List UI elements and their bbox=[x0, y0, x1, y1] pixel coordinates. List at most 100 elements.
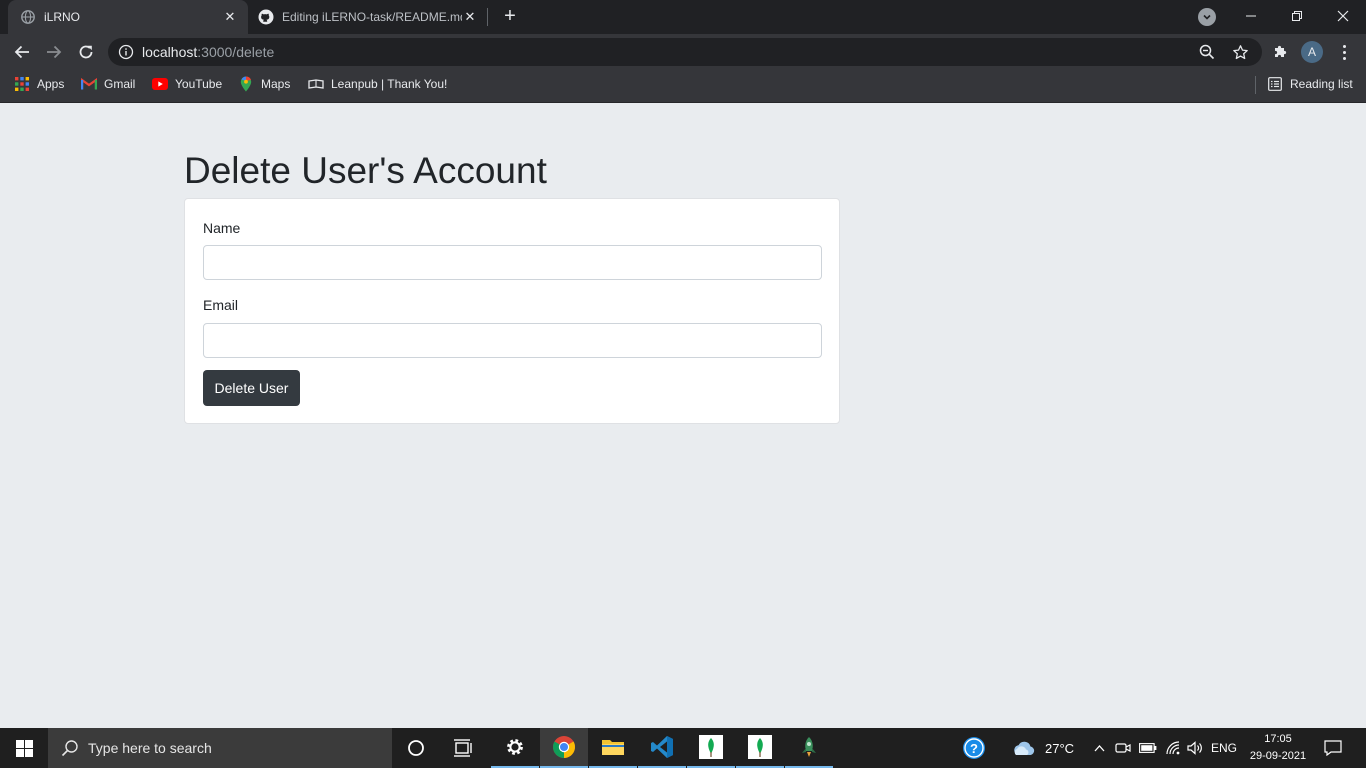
svg-text:?: ? bbox=[970, 741, 978, 756]
show-hidden-icons-chevron-icon[interactable] bbox=[1090, 728, 1108, 768]
youtube-icon bbox=[152, 76, 168, 92]
cloud-icon bbox=[1014, 741, 1035, 755]
taskbar-search-box[interactable]: Type here to search bbox=[48, 728, 392, 768]
reading-list-button[interactable]: Reading list bbox=[1267, 70, 1353, 98]
taskbar-mongodb-shell[interactable] bbox=[736, 728, 784, 768]
close-window-button[interactable] bbox=[1320, 0, 1366, 32]
tab-close-icon[interactable]: ✕ bbox=[222, 9, 238, 25]
name-label: Name bbox=[203, 220, 241, 236]
folder-icon bbox=[602, 740, 624, 755]
reading-list-label: Reading list bbox=[1290, 77, 1353, 91]
arrow-left-icon bbox=[14, 45, 29, 59]
action-center-notification-icon[interactable] bbox=[1318, 728, 1348, 768]
wifi-icon[interactable] bbox=[1163, 728, 1183, 768]
chrome-icon bbox=[553, 736, 575, 758]
delete-user-button[interactable]: Delete User bbox=[203, 370, 300, 406]
windows-logo-icon bbox=[15, 739, 33, 757]
extensions-puzzle-icon[interactable] bbox=[1270, 42, 1290, 62]
bookmarks-separator bbox=[1255, 76, 1256, 94]
restore-button[interactable] bbox=[1274, 0, 1320, 32]
input-language-indicator[interactable]: ENG bbox=[1208, 728, 1240, 768]
site-info-icon[interactable] bbox=[118, 44, 134, 60]
cortana-button[interactable] bbox=[392, 728, 440, 768]
task-view-icon bbox=[454, 739, 472, 757]
bookmark-label: Apps bbox=[37, 77, 65, 91]
browser-toolbar: localhost:3000/delete A bbox=[0, 34, 1366, 70]
back-button[interactable] bbox=[10, 40, 34, 64]
bookmark-label: Gmail bbox=[104, 77, 136, 91]
maps-icon bbox=[238, 76, 254, 92]
clock-date: 29-09-2021 bbox=[1249, 750, 1307, 762]
reload-button[interactable] bbox=[74, 40, 98, 64]
profile-avatar[interactable]: A bbox=[1301, 41, 1323, 63]
tab-title: iLRNO bbox=[44, 10, 81, 24]
bookmark-youtube[interactable]: YouTube bbox=[152, 70, 222, 98]
leanpub-icon bbox=[308, 76, 324, 92]
globe-icon bbox=[20, 9, 36, 25]
bookmarks-bar: Apps Gmail YouTube Maps Leanpub | Thank … bbox=[0, 70, 1366, 103]
minimize-button[interactable] bbox=[1228, 0, 1274, 32]
url-text: localhost:3000/delete bbox=[142, 44, 274, 60]
github-icon bbox=[258, 9, 274, 25]
email-label: Email bbox=[203, 297, 239, 313]
bookmark-label: Maps bbox=[261, 77, 291, 91]
rocket-icon bbox=[802, 737, 816, 757]
start-button[interactable] bbox=[0, 728, 48, 768]
menu-kebab-icon[interactable] bbox=[1336, 42, 1352, 62]
clock-time: 17:05 bbox=[1264, 733, 1292, 745]
reload-icon bbox=[79, 45, 93, 59]
volume-icon[interactable] bbox=[1186, 728, 1206, 768]
bookmark-label: YouTube bbox=[175, 77, 223, 91]
bookmark-gmail[interactable]: Gmail bbox=[81, 70, 135, 98]
url-path: :3000/delete bbox=[197, 44, 275, 60]
delete-user-form: Name Email Delete User bbox=[184, 198, 840, 424]
mongodb-leaf-icon bbox=[748, 735, 772, 759]
zoom-icon[interactable] bbox=[1198, 43, 1216, 61]
bookmark-apps[interactable]: Apps bbox=[14, 70, 64, 98]
star-bookmark-icon[interactable] bbox=[1231, 43, 1249, 61]
bookmark-label: Leanpub | Thank You! bbox=[331, 77, 448, 91]
battery-icon[interactable] bbox=[1138, 728, 1158, 768]
mongodb-leaf-icon bbox=[699, 735, 723, 759]
gmail-icon bbox=[81, 76, 97, 92]
chevron-down-icon bbox=[1203, 14, 1211, 20]
tab-github-readme[interactable]: Editing iLERNO-task/README.md ✕ bbox=[250, 0, 486, 34]
tab-separator bbox=[487, 8, 488, 26]
taskbar-settings[interactable] bbox=[491, 728, 539, 768]
cortana-circle-icon bbox=[408, 740, 424, 756]
taskbar-clock[interactable]: 17:05 29-09-2021 bbox=[1240, 731, 1316, 765]
taskbar-chrome[interactable] bbox=[540, 728, 588, 768]
new-tab-button[interactable]: + bbox=[500, 6, 520, 27]
weather-temperature: 27°C bbox=[1045, 740, 1075, 756]
forward-button[interactable] bbox=[42, 40, 66, 64]
weather-widget[interactable]: 27°C bbox=[1012, 728, 1078, 768]
help-icon[interactable]: ? bbox=[958, 728, 990, 768]
email-field[interactable] bbox=[203, 323, 822, 358]
tab-search-button[interactable] bbox=[1198, 8, 1216, 26]
search-icon bbox=[60, 738, 80, 758]
taskbar-mongodb-compass[interactable] bbox=[687, 728, 735, 768]
vscode-icon bbox=[651, 736, 673, 758]
taskbar-robo3t[interactable] bbox=[785, 728, 833, 768]
search-placeholder: Type here to search bbox=[88, 740, 212, 756]
browser-tab-strip: iLRNO ✕ Editing iLERNO-task/README.md ✕ … bbox=[0, 0, 1366, 34]
bookmark-maps[interactable]: Maps bbox=[238, 70, 290, 98]
name-field[interactable] bbox=[203, 245, 822, 280]
page-title: Delete User's Account bbox=[184, 150, 547, 191]
tab-ilrno[interactable]: iLRNO ✕ bbox=[8, 0, 248, 34]
reading-list-icon bbox=[1267, 76, 1283, 92]
bookmark-leanpub[interactable]: Leanpub | Thank You! bbox=[308, 70, 447, 98]
page-body: Delete User's Account Name Email Delete … bbox=[0, 103, 1366, 728]
taskbar-vscode[interactable] bbox=[638, 728, 686, 768]
url-host: localhost bbox=[142, 44, 198, 60]
arrow-right-icon bbox=[47, 45, 62, 59]
address-bar[interactable]: localhost:3000/delete bbox=[108, 38, 1262, 66]
windows-taskbar: Type here to search ? 27°C ENG 17:05 29-… bbox=[0, 728, 1366, 768]
tab-title: Editing iLERNO-task/README.md bbox=[282, 10, 462, 24]
tab-close-icon[interactable]: ✕ bbox=[462, 9, 478, 25]
taskbar-file-explorer[interactable] bbox=[589, 728, 637, 768]
task-view-button[interactable] bbox=[440, 728, 488, 768]
gear-icon bbox=[507, 739, 523, 755]
apps-grid-icon bbox=[14, 76, 30, 92]
meet-now-icon[interactable] bbox=[1114, 728, 1132, 768]
